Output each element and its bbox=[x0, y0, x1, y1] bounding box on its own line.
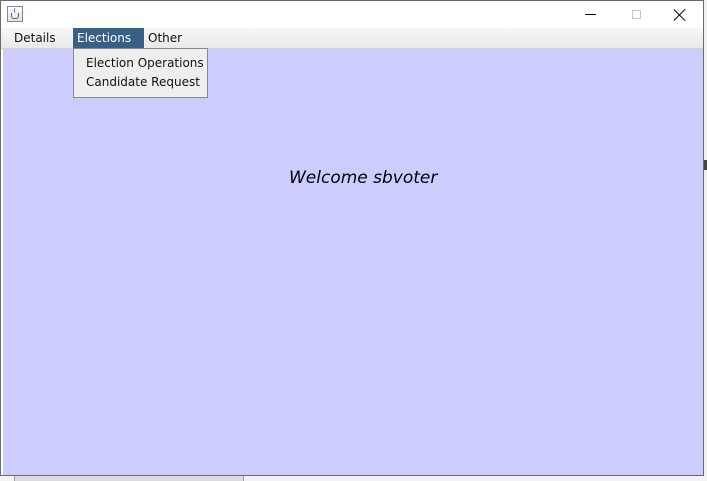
maximize-icon bbox=[631, 10, 641, 19]
menu-bar: Details Elections Other bbox=[1, 28, 703, 49]
welcome-message: Welcome sbvoter bbox=[289, 168, 438, 188]
app-window: Details Elections Other Welcome sbvoter … bbox=[0, 0, 704, 476]
title-bar[interactable] bbox=[1, 1, 703, 28]
background-window-edge bbox=[14, 476, 244, 481]
minimize-button[interactable] bbox=[567, 1, 613, 28]
menu-details[interactable]: Details bbox=[8, 28, 66, 48]
close-icon bbox=[673, 8, 687, 22]
menu-other[interactable]: Other bbox=[142, 28, 192, 48]
close-button[interactable] bbox=[657, 1, 703, 28]
menu-item-candidate-request[interactable]: Candidate Request bbox=[74, 73, 207, 92]
main-content-panel: Welcome sbvoter bbox=[3, 49, 703, 475]
menu-elections[interactable]: Elections bbox=[73, 28, 144, 48]
elections-dropdown-menu: Election Operations Candidate Request bbox=[73, 48, 208, 98]
minimize-icon bbox=[584, 14, 596, 15]
menu-item-election-operations[interactable]: Election Operations bbox=[74, 54, 207, 73]
java-cup-icon[interactable] bbox=[7, 6, 23, 22]
maximize-button[interactable] bbox=[613, 1, 659, 28]
